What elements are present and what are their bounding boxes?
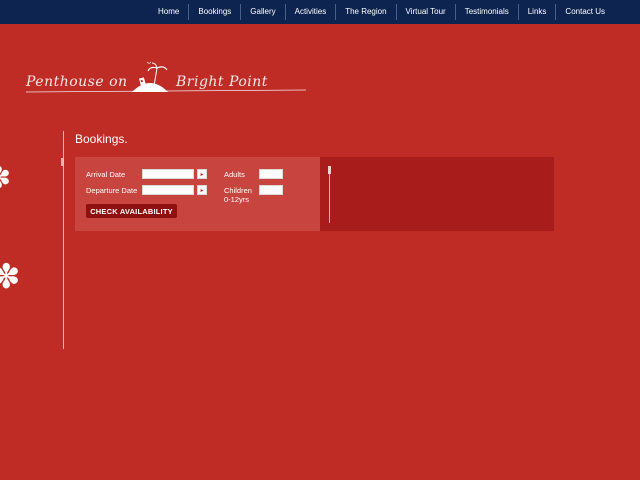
flower-decoration-icon: ✽ (0, 258, 21, 296)
logo-text-right: Bright Point (176, 74, 268, 90)
results-scrollbar-thumb[interactable] (328, 166, 331, 174)
nav-testimonials[interactable]: Testimonials (454, 4, 518, 20)
flower-decoration-icon: ✽ (0, 164, 11, 194)
children-input[interactable] (259, 185, 283, 195)
nav-links[interactable]: Links (517, 4, 556, 20)
departure-calendar-icon[interactable]: ▸ (197, 185, 207, 195)
logo-text-left: Penthouse on (26, 74, 128, 90)
top-navigation-bar: Home Bookings Gallery Activities The Reg… (0, 0, 640, 24)
nav-activities[interactable]: Activities (284, 4, 336, 20)
departure-date-label: Departure Date (86, 186, 138, 195)
arrival-date-input[interactable] (142, 169, 194, 179)
content-divider (63, 131, 64, 349)
page-title: Bookings. (75, 132, 128, 146)
nav-home[interactable]: Home (149, 4, 188, 20)
arrival-calendar-icon[interactable]: ▸ (197, 169, 207, 179)
departure-date-input[interactable] (142, 185, 194, 195)
nav-virtual-tour[interactable]: Virtual Tour (395, 4, 455, 20)
results-scrollbar-track[interactable] (329, 166, 330, 223)
availability-results-panel (320, 157, 554, 231)
main-nav: Home Bookings Gallery Activities The Reg… (149, 0, 614, 24)
nav-bookings[interactable]: Bookings (188, 4, 240, 20)
check-availability-button[interactable]: CHECK AVAILABILITY (86, 204, 177, 218)
nav-contact-us[interactable]: Contact Us (555, 4, 614, 20)
children-age-label: 0-12yrs (224, 195, 250, 204)
site-logo[interactable]: Penthouse on Bright Point (25, 60, 307, 100)
children-label: Children (224, 186, 252, 195)
arrival-date-label: Arrival Date (86, 170, 126, 179)
adults-label: Adults (224, 170, 245, 179)
nav-the-region[interactable]: The Region (335, 4, 395, 20)
adults-input[interactable] (259, 169, 283, 179)
divider-marker (61, 158, 63, 166)
nav-gallery[interactable]: Gallery (240, 4, 284, 20)
